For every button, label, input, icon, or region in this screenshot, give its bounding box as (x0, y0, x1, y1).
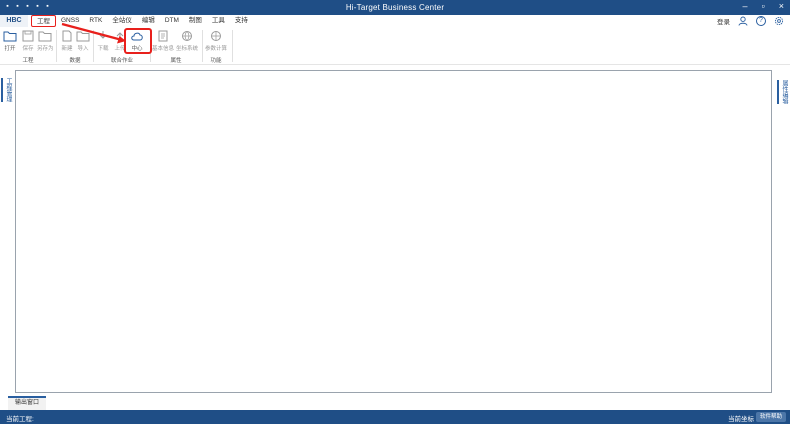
output-window-tab[interactable]: 输出窗口 (8, 396, 46, 410)
current-project-label: 当前工程: (6, 416, 34, 423)
help-button[interactable]: 软件帮助 (756, 412, 786, 422)
left-panel-strip: 工程管理 (0, 68, 11, 400)
status-bar: 当前工程: 当前坐标 软件帮助 (0, 410, 790, 424)
main-workspace[interactable] (15, 70, 772, 393)
current-coordinates-label: 当前坐标 (728, 416, 754, 423)
property-editor-tab[interactable]: 属性编辑 (777, 80, 789, 104)
right-panel-strip: 属性编辑 (776, 68, 790, 400)
project-manager-tab[interactable]: 工程管理 (1, 78, 13, 102)
